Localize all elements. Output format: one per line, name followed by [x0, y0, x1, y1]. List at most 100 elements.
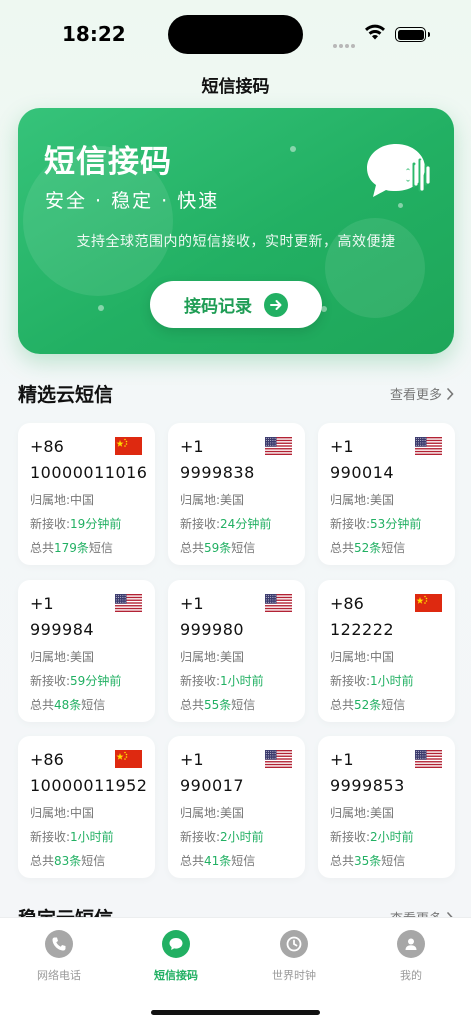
cellular-signal-icon [333, 33, 357, 52]
total-messages: 总共41条短信 [180, 852, 255, 869]
last-received: 新接收:53分钟前 [330, 515, 421, 532]
total-suffix: 短信 [381, 854, 406, 868]
last-received: 新接收:1小时前 [180, 672, 264, 689]
last-received: 新接收:19分钟前 [30, 515, 121, 532]
hero-slogan: 安全 · 稳定 · 快速 [45, 190, 220, 212]
region-label: 归属地:中国 [30, 493, 95, 507]
last-received-time: 1小时前 [220, 674, 264, 688]
tab-world-clock[interactable]: 世界时钟 [244, 930, 344, 983]
number-card[interactable]: +1 999980 归属地:美国 新接收:1小时前 总共55条短信 [168, 580, 305, 722]
tab-sms-receive[interactable]: 短信接码 [126, 930, 226, 983]
total-messages: 总共179条短信 [30, 539, 113, 556]
country-code: +1 [180, 437, 204, 456]
total-messages: 总共35条短信 [330, 852, 405, 869]
user-icon [397, 930, 425, 958]
total-prefix: 总共 [180, 541, 205, 555]
total-suffix: 短信 [381, 698, 406, 712]
tab-network-call[interactable]: 网络电话 [9, 930, 109, 983]
total-count: 83条 [54, 854, 82, 868]
country-code: +1 [330, 437, 354, 456]
total-prefix: 总共 [330, 854, 355, 868]
phone-number: 999984 [30, 620, 95, 639]
last-received: 新接收:1小时前 [30, 828, 114, 845]
phone-number: 990014 [330, 463, 395, 482]
tab-label: 短信接码 [154, 969, 198, 982]
number-card[interactable]: +1 990014 归属地:美国 新接收:53分钟前 总共52条短信 [318, 423, 455, 565]
last-received-prefix: 新接收: [330, 517, 371, 531]
last-received-prefix: 新接收: [30, 830, 71, 844]
number-card[interactable]: +1 9999853 归属地:美国 新接收:2小时前 总共35条短信 [318, 736, 455, 878]
total-prefix: 总共 [330, 541, 355, 555]
status-bar: 18:22 [0, 0, 471, 64]
decor-dot [290, 146, 296, 152]
total-suffix: 短信 [81, 698, 106, 712]
decor-dot [321, 306, 327, 312]
region-label: 归属地:美国 [330, 493, 395, 507]
number-card[interactable]: +86 10000011952 归属地:中国 新接收:1小时前 总共83条短信 [18, 736, 155, 878]
last-received-prefix: 新接收: [180, 830, 221, 844]
total-count: 59条 [204, 541, 232, 555]
number-card[interactable]: +86 10000011016 归属地:中国新接收:19分钟前 总共179条短信 [18, 423, 155, 565]
tab-profile[interactable]: 我的 [361, 930, 461, 983]
total-messages: 总共83条短信 [30, 852, 105, 869]
last-received-prefix: 新接收: [180, 517, 221, 531]
usa-flag-icon [265, 750, 292, 769]
home-indicator [151, 1010, 320, 1015]
phone-number: 122222 [330, 620, 395, 639]
last-received-time: 59分钟前 [70, 674, 122, 688]
region-label: 归属地:美国 [30, 650, 95, 664]
region-label: 归属地:中国 [330, 650, 395, 664]
chat-bubble-voice-icon [367, 144, 430, 197]
featured-view-more-link[interactable]: 查看更多 [390, 384, 454, 403]
country-code: +1 [180, 750, 204, 769]
total-prefix: 总共 [180, 698, 205, 712]
number-card[interactable]: +1 9999838 归属地:美国 新接收:24分钟前 总共59条短信 [168, 423, 305, 565]
total-prefix: 总共 [180, 854, 205, 868]
total-messages: 总共48条短信 [30, 696, 105, 713]
clock-icon [280, 930, 308, 958]
sms-records-button[interactable]: 接码记录 [150, 281, 322, 328]
region-label: 归属地:美国 [330, 806, 395, 820]
battery-icon [395, 27, 430, 42]
total-messages: 总共59条短信 [180, 539, 255, 556]
phone-number: 9999853 [330, 776, 405, 795]
region-label: 归属地:美国 [180, 493, 245, 507]
total-prefix: 总共 [30, 541, 55, 555]
last-received-time: 2小时前 [220, 830, 264, 844]
wifi-icon [365, 24, 385, 40]
number-card[interactable]: +1 990017 归属地:美国 新接收:2小时前 总共41条短信 [168, 736, 305, 878]
last-received-prefix: 新接收: [180, 674, 221, 688]
total-prefix: 总共 [30, 698, 55, 712]
last-received-time: 1小时前 [70, 830, 114, 844]
hero-description: 支持全球范围内的短信接收，实时更新，高效便捷 [76, 234, 396, 250]
bottom-tab-bar: 网络电话 短信接码 世界时钟 我的 [0, 917, 471, 1024]
region-label: 归属地:美国 [180, 806, 245, 820]
phone-icon [45, 930, 73, 958]
status-time: 18:22 [62, 22, 126, 46]
china-flag-icon [415, 594, 442, 612]
country-code: +86 [30, 437, 64, 456]
message-icon [162, 930, 190, 958]
total-messages: 总共55条短信 [180, 696, 255, 713]
country-code: +1 [180, 594, 204, 613]
usa-flag-icon [115, 594, 142, 613]
phone-number: 999980 [180, 620, 245, 639]
china-flag-icon [115, 437, 142, 455]
total-prefix: 总共 [30, 854, 55, 868]
last-received-time: 19分钟前 [70, 517, 122, 531]
total-messages: 总共52条短信 [330, 696, 405, 713]
region-label: 归属地:美国 [180, 650, 245, 664]
total-prefix: 总共 [330, 698, 355, 712]
number-card[interactable]: +1 999984 归属地:美国 新接收:59分钟前 总共48条短信 [18, 580, 155, 722]
usa-flag-icon [415, 750, 442, 769]
number-card[interactable]: +86 122222 归属地:中国 新接收:1小时前 总共52条短信 [318, 580, 455, 722]
hero-banner: 短信接码 安全 · 稳定 · 快速 支持全球范围内的短信接收，实时更新，高效便捷… [18, 108, 454, 354]
last-received: 新接收:1小时前 [330, 672, 414, 689]
last-received-time: 24分钟前 [220, 517, 272, 531]
phone-number: 10000011016 [30, 463, 148, 482]
last-received-time: 53分钟前 [370, 517, 422, 531]
arrow-right-icon [264, 292, 288, 317]
last-received-prefix: 新接收: [330, 674, 371, 688]
total-suffix: 短信 [231, 854, 256, 868]
total-count: 52条 [354, 541, 382, 555]
